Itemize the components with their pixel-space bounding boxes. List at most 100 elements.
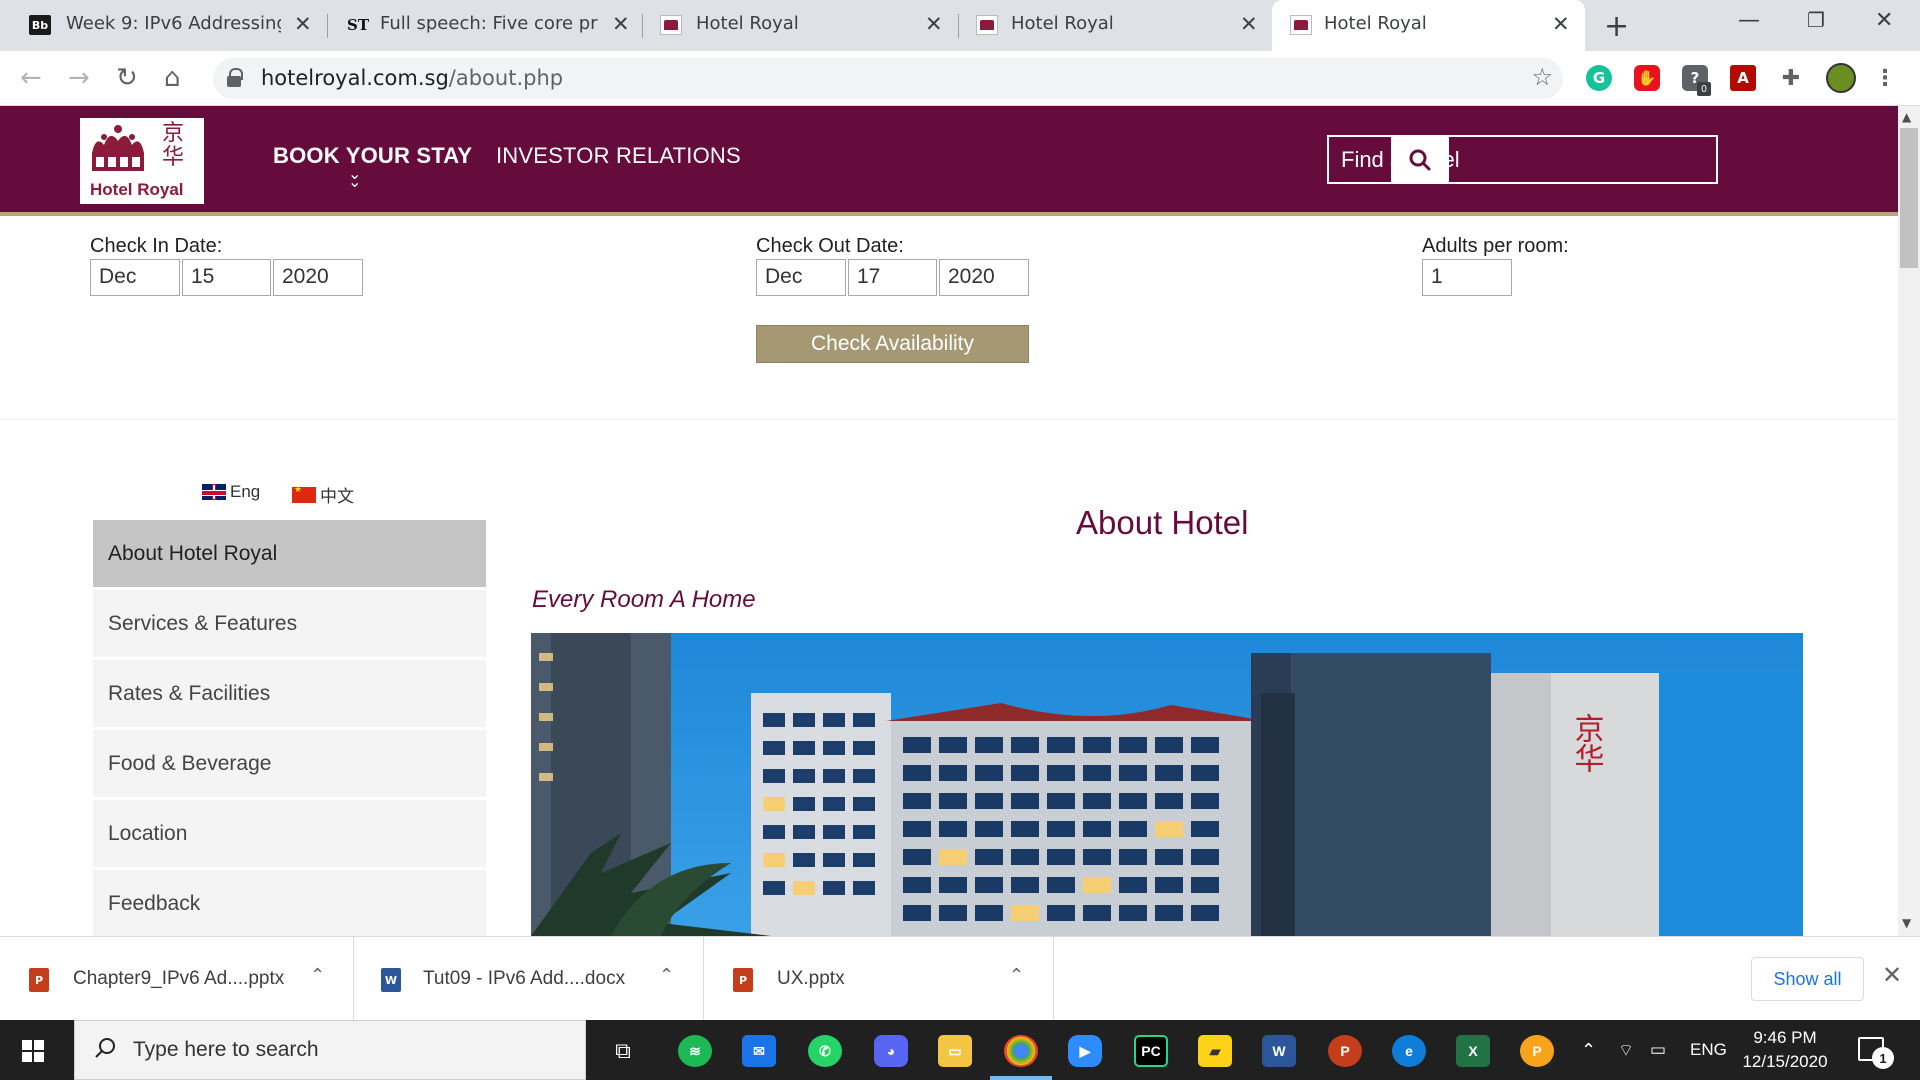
- chevron-up-icon[interactable]: ⌃: [1581, 1040, 1596, 1061]
- bookmark-star-icon[interactable]: ☆: [1531, 63, 1553, 91]
- discord-icon[interactable]: ◕: [874, 1035, 908, 1067]
- lock-icon: [227, 68, 243, 87]
- close-tab-icon[interactable]: ✕: [612, 12, 630, 36]
- close-tab-icon[interactable]: ✕: [925, 12, 943, 36]
- hotel-royal-logo[interactable]: 京华 Hotel Royal: [80, 118, 204, 204]
- check-in-month-select[interactable]: Dec: [90, 259, 180, 296]
- profile-avatar[interactable]: [1826, 63, 1856, 93]
- chevron-up-icon[interactable]: ⌃: [310, 965, 325, 986]
- scroll-up-arrow-icon[interactable]: ▲: [1902, 110, 1911, 124]
- file-explorer-icon[interactable]: ▭: [938, 1035, 972, 1067]
- sidebar-item-services-features[interactable]: Services & Features: [93, 590, 486, 657]
- input-language[interactable]: ENG: [1690, 1040, 1727, 1060]
- new-tab-button[interactable]: +: [1604, 9, 1629, 44]
- sidebar-item-rates-facilities[interactable]: Rates & Facilities: [93, 660, 486, 727]
- whatsapp-icon[interactable]: ✆: [808, 1035, 842, 1067]
- download-item[interactable]: P UX.pptx ⌃: [704, 937, 1054, 1021]
- tab-title: Full speech: Five core princi: [380, 13, 598, 34]
- sidebar-item-about-hotel-royal[interactable]: About Hotel Royal: [93, 520, 486, 587]
- check-out-month-select[interactable]: Dec: [756, 259, 846, 296]
- browser-tab-active[interactable]: Hotel Royal ✕: [1272, 0, 1585, 51]
- browser-tab[interactable]: Hotel Royal ✕: [643, 0, 958, 51]
- check-out-year-select[interactable]: 2020: [939, 259, 1029, 296]
- language-chinese-label: 中文: [320, 487, 354, 506]
- language-chinese-link[interactable]: 中文: [292, 482, 354, 507]
- chevron-up-icon[interactable]: ⌃: [1009, 965, 1024, 986]
- scrollbar-thumb[interactable]: [1900, 128, 1918, 268]
- extensions-puzzle-icon[interactable]: ✚: [1778, 65, 1804, 91]
- find-hotel-input[interactable]: [1327, 135, 1718, 184]
- check-availability-button[interactable]: Check Availability: [756, 325, 1029, 363]
- close-tab-icon[interactable]: ✕: [294, 12, 312, 36]
- search-button[interactable]: [1391, 135, 1449, 184]
- restore-window-icon[interactable]: ❐: [1807, 8, 1825, 32]
- excel-icon[interactable]: X: [1456, 1035, 1490, 1067]
- chrome-active-indicator: [990, 1076, 1052, 1080]
- more-menu-icon[interactable]: ⋮: [1872, 65, 1898, 91]
- tagline: Every Room A Home: [532, 586, 756, 613]
- browser-toolbar: ← → ↻ ⌂ hotelroyal.com.sg/about.php ☆: [0, 51, 1920, 106]
- zoom-icon[interactable]: ▶: [1068, 1035, 1102, 1067]
- close-download-shelf-icon[interactable]: ✕: [1882, 961, 1902, 989]
- ublock-extension-icon[interactable]: ✋: [1634, 65, 1660, 91]
- spotify-icon[interactable]: ≋: [678, 1035, 712, 1067]
- powerpoint-file-icon: P: [733, 968, 753, 992]
- chrome-icon[interactable]: [1004, 1035, 1038, 1067]
- web-page: 京华 Hotel Royal BOOK YOUR STAY ⌄ ⌄ INVESTO…: [0, 106, 1898, 936]
- close-tab-icon[interactable]: ✕: [1552, 12, 1570, 36]
- windows-taskbar: Type here to search ⧉ ≋ ✉ ✆ ◕ ▭ ▶ PC ▰ W…: [0, 1020, 1920, 1080]
- acrobat-extension-icon[interactable]: A: [1730, 65, 1756, 91]
- word-file-icon: W: [381, 968, 401, 992]
- pear-app-icon[interactable]: P: [1520, 1035, 1554, 1067]
- notifications-icon[interactable]: 1: [1858, 1037, 1894, 1069]
- scroll-down-arrow-icon[interactable]: ▼: [1902, 916, 1911, 930]
- clock-date: 12/15/2020: [1742, 1052, 1828, 1071]
- url-text[interactable]: hotelroyal.com.sg/about.php: [261, 66, 563, 90]
- nav-investor-relations[interactable]: INVESTOR RELATIONS: [496, 143, 741, 169]
- browser-tab[interactable]: ST Full speech: Five core princi ✕: [328, 0, 643, 51]
- windows-start-icon[interactable]: [22, 1040, 44, 1062]
- chevron-up-icon[interactable]: ⌃: [659, 965, 674, 986]
- download-shelf: P Chapter9_IPv6 Ad....pptx ⌃ W Tut09 - I…: [0, 936, 1920, 1021]
- sidebar-item-feedback[interactable]: Feedback: [93, 870, 486, 936]
- sidebar-item-location[interactable]: Location: [93, 800, 486, 867]
- double-chevron-down-icon[interactable]: ⌄ ⌄: [348, 166, 361, 190]
- sidebar-item-food-beverage[interactable]: Food & Beverage: [93, 730, 486, 797]
- nav-book-your-stay[interactable]: BOOK YOUR STAY: [273, 143, 472, 169]
- sticky-notes-icon[interactable]: ▰: [1198, 1035, 1232, 1067]
- show-all-downloads-button[interactable]: Show all: [1751, 957, 1864, 1001]
- browser-tab[interactable]: Hotel Royal ✕: [959, 0, 1274, 51]
- system-clock[interactable]: 9:46 PM 12/15/2020: [1740, 1026, 1830, 1074]
- pycharm-icon[interactable]: PC: [1134, 1035, 1168, 1067]
- url-path: /about.php: [448, 66, 564, 90]
- wifi-icon[interactable]: ⌔: [1618, 1040, 1634, 1061]
- mail-icon[interactable]: ✉: [742, 1035, 776, 1067]
- check-out-day-select[interactable]: 17: [848, 259, 937, 296]
- download-item[interactable]: P Chapter9_IPv6 Ad....pptx ⌃: [0, 937, 354, 1021]
- powerpoint-icon[interactable]: P: [1328, 1035, 1362, 1067]
- edge-icon[interactable]: e: [1392, 1035, 1426, 1067]
- check-in-day-select[interactable]: 15: [182, 259, 271, 296]
- language-english-link[interactable]: Eng: [202, 482, 260, 502]
- adults-per-room-select[interactable]: 1: [1422, 259, 1512, 296]
- download-filename: UX.pptx: [777, 968, 845, 989]
- back-arrow-icon[interactable]: ←: [20, 63, 42, 93]
- reload-icon[interactable]: ↻: [116, 63, 138, 93]
- battery-icon[interactable]: ▭: [1650, 1040, 1666, 1060]
- taskbar-search-box[interactable]: Type here to search: [74, 1020, 586, 1080]
- close-window-icon[interactable]: ✕: [1875, 8, 1893, 33]
- taskbar-search-placeholder: Type here to search: [133, 1038, 319, 1061]
- check-in-year-select[interactable]: 2020: [273, 259, 363, 296]
- forward-arrow-icon[interactable]: →: [68, 63, 90, 93]
- browser-tab[interactable]: Bb Week 9: IPv6 Addressing – 2 ✕: [0, 0, 322, 51]
- download-item[interactable]: W Tut09 - IPv6 Add....docx ⌃: [354, 937, 704, 1021]
- task-view-icon[interactable]: ⧉: [606, 1035, 640, 1067]
- word-icon[interactable]: W: [1262, 1035, 1296, 1067]
- language-english-label: Eng: [230, 482, 261, 501]
- home-icon[interactable]: ⌂: [164, 63, 181, 93]
- address-bar[interactable]: hotelroyal.com.sg/about.php ☆: [213, 58, 1563, 99]
- grammarly-extension-icon[interactable]: G: [1586, 65, 1612, 91]
- minimize-window-icon[interactable]: —: [1738, 8, 1760, 33]
- close-tab-icon[interactable]: ✕: [1240, 12, 1258, 36]
- sidebar-menu: About Hotel Royal Services & Features Ra…: [93, 520, 486, 936]
